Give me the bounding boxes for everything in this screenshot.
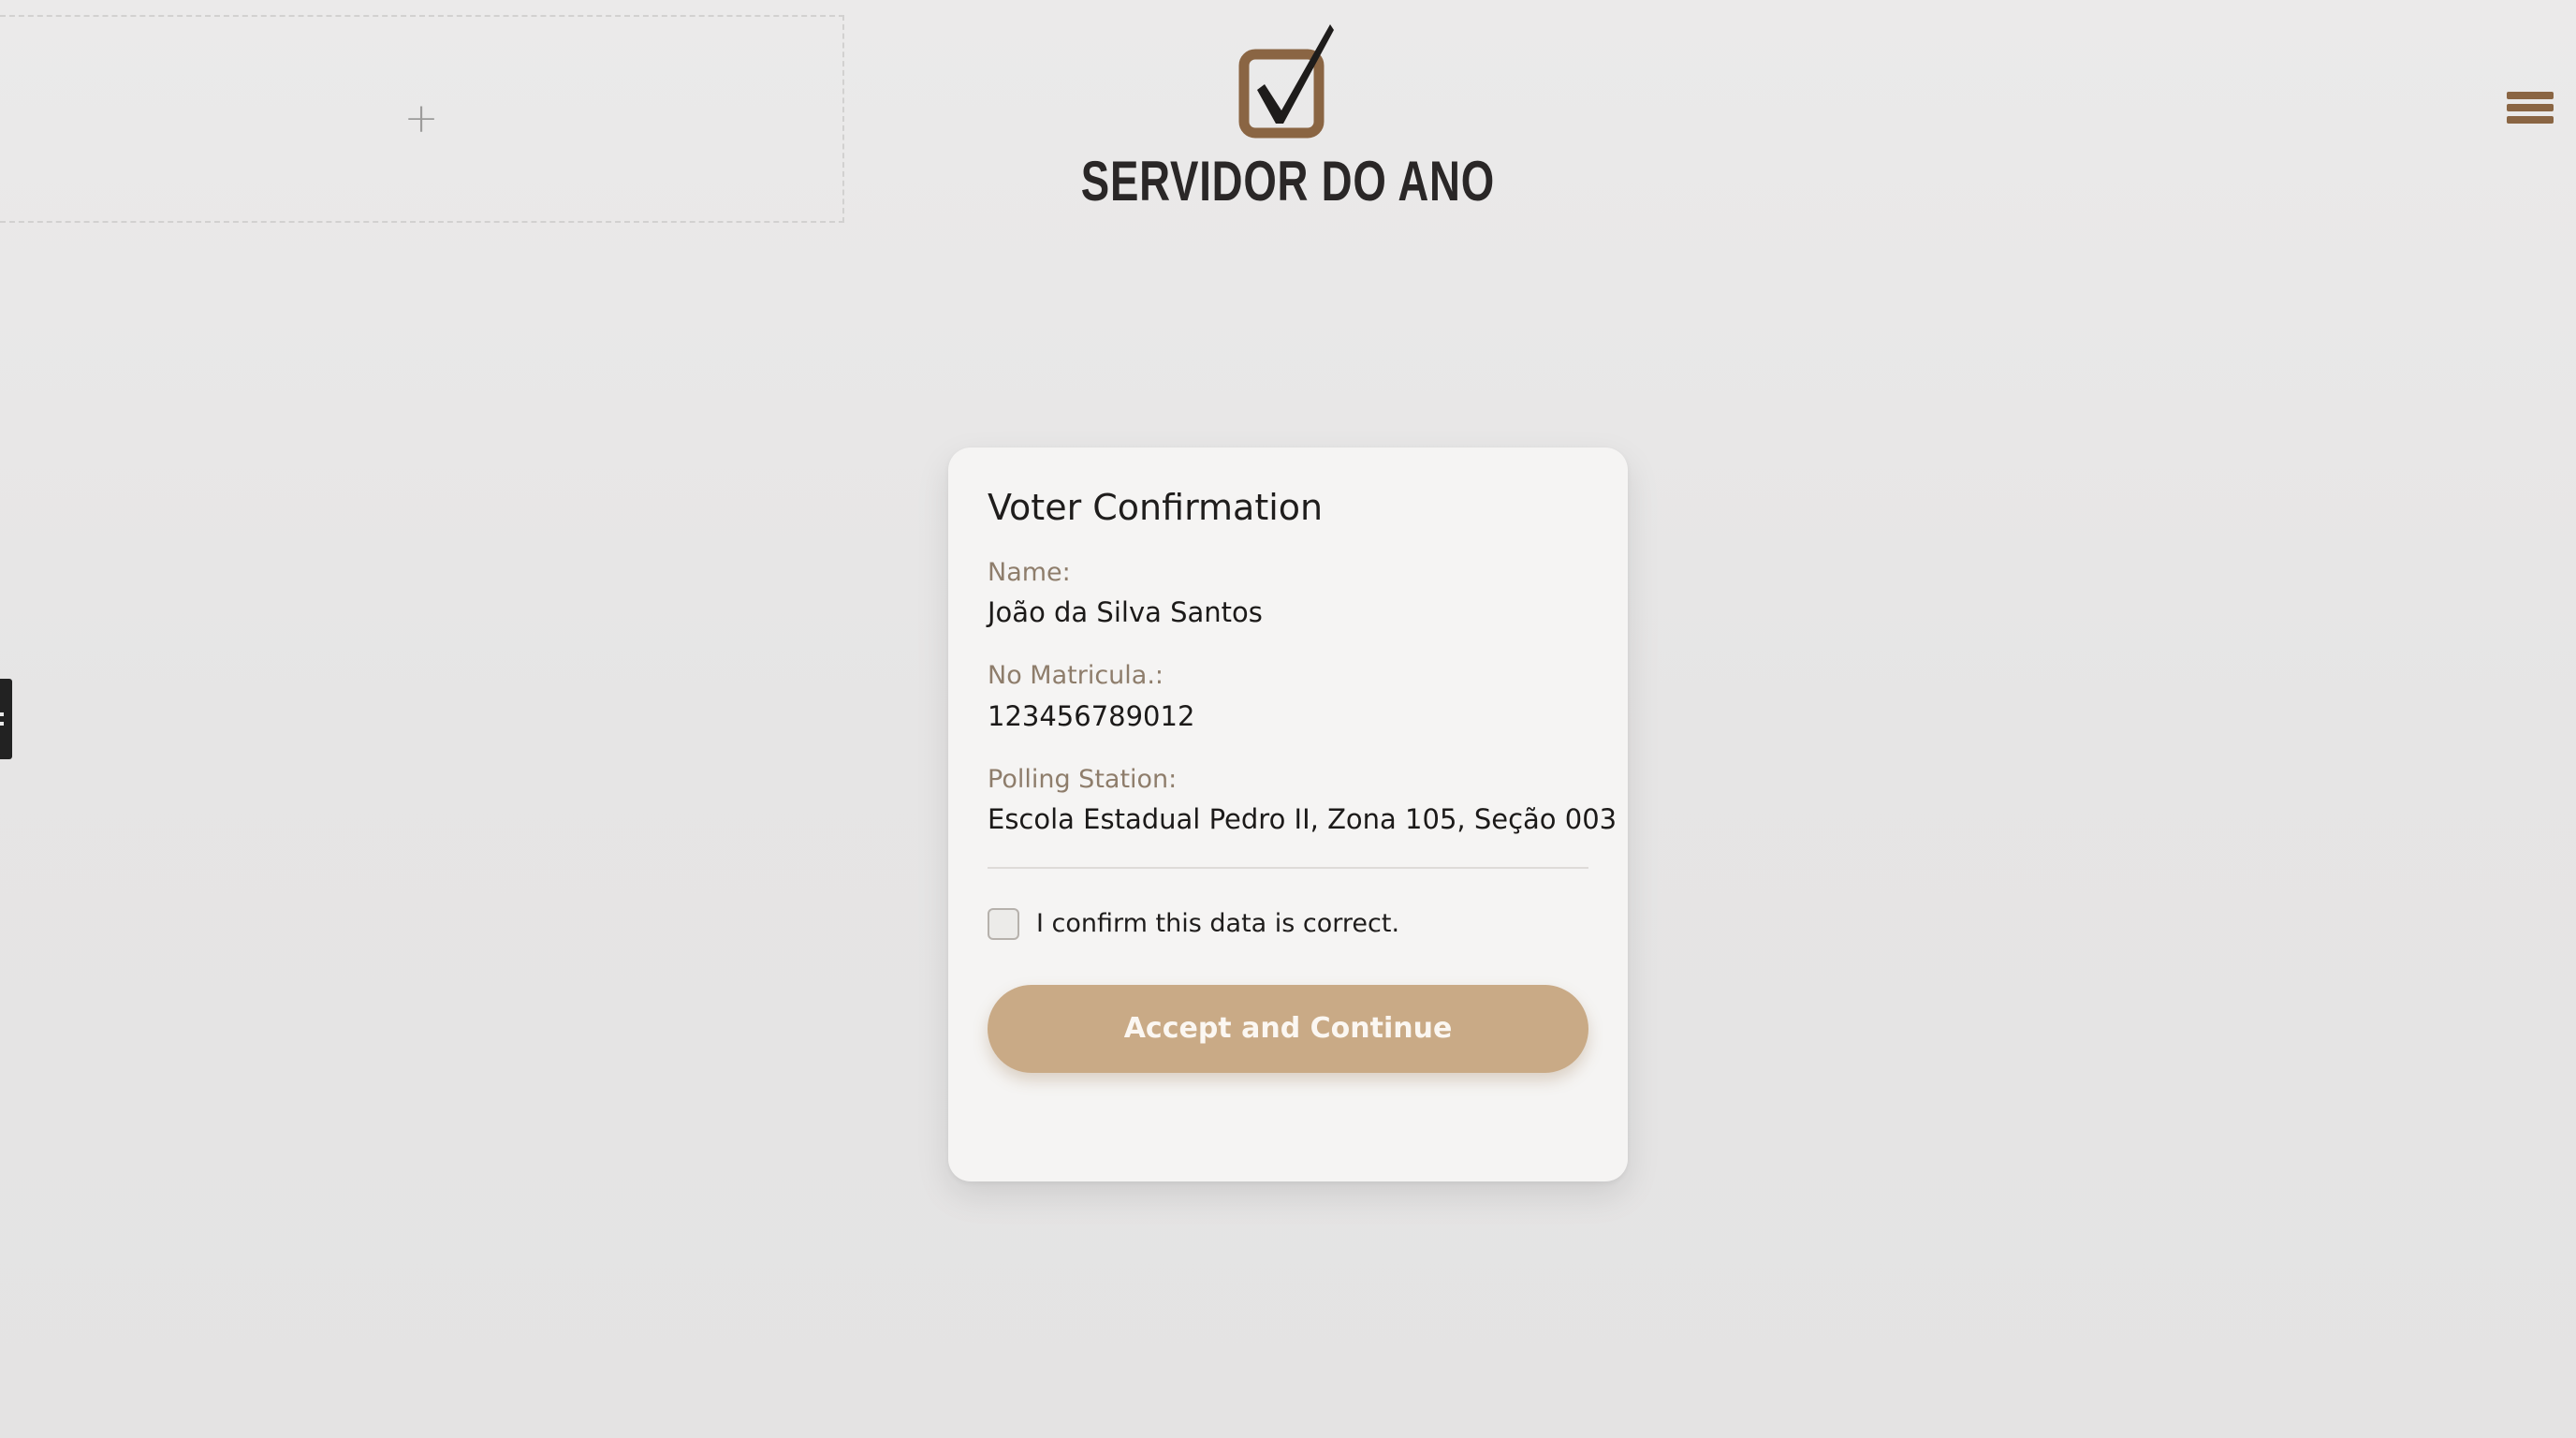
add-widget-slot[interactable]: + [0,15,844,223]
hamburger-menu-icon[interactable] [2507,92,2554,137]
confirm-row[interactable]: I confirm this data is correct. [988,907,1588,940]
accept-and-continue-button[interactable]: Accept and Continue [988,984,1588,1073]
site-title: SERVIDOR DO ANO [1080,150,1496,213]
plus-icon: + [403,95,439,142]
checkbox-checkmark-icon [1238,24,1334,139]
side-panel-toggle[interactable] [0,679,12,759]
registration-label: No Matricula.: [988,661,1164,691]
card-title: Voter Confirmation [988,487,1324,528]
name-value: João da Silva Santos [988,595,1263,628]
accept-button-label: Accept and Continue [1123,1012,1453,1046]
registration-value: 123456789012 [988,699,1195,732]
registration-field: No Matricula.: 123456789012 [988,661,1588,733]
name-field: Name: João da Silva Santos [988,558,1588,630]
confirm-label: I confirm this data is correct. [1036,909,1400,939]
divider [988,866,1588,869]
polling-station-field: Polling Station: Escola Estadual Pedro I… [988,764,1617,837]
polling-station-label: Polling Station: [988,764,1178,794]
name-label: Name: [988,557,1071,587]
confirm-checkbox[interactable] [988,907,1019,940]
polling-station-value: Escola Estadual Pedro II, Zona 105, Seçã… [988,803,1617,836]
grip-icon [0,712,4,726]
voter-confirmation-card: Voter Confirmation Name: João da Silva S… [948,448,1628,1181]
site-logo[interactable]: SERVIDOR DO ANO [1080,19,1496,213]
